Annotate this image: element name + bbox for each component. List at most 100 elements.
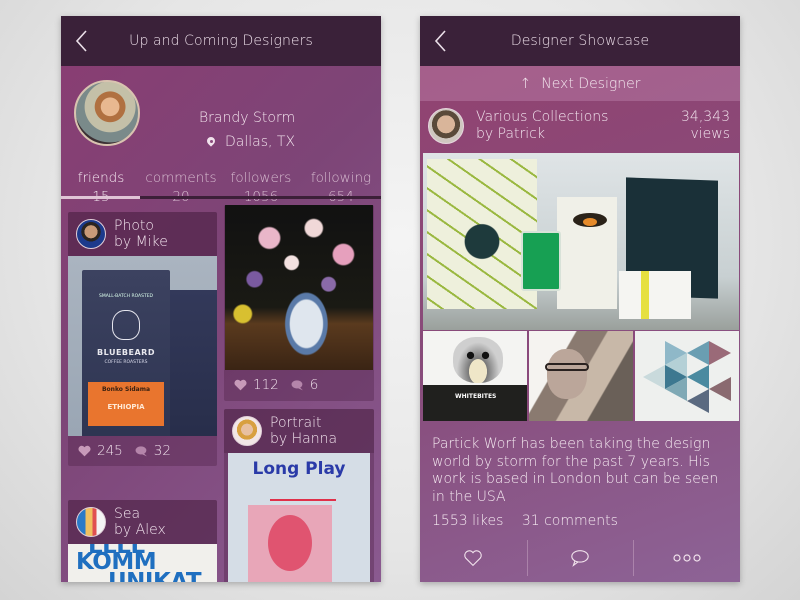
top-bar: Designer Showcase — [420, 16, 740, 66]
author-avatar[interactable] — [76, 219, 106, 249]
likes-count: 112 — [253, 377, 279, 393]
long-play-poster-image[interactable]: Long Play — [228, 453, 370, 582]
next-designer-button[interactable]: ↑ Next Designer — [420, 66, 740, 101]
like-button[interactable] — [420, 540, 527, 576]
tab-followers[interactable]: followers 1056 — [221, 169, 301, 207]
bag-label-origin: ETHIOPIA — [107, 403, 145, 411]
showcase-title: Various Collections by Patrick — [476, 109, 608, 143]
coffee-bag-front: SMALL-BATCH ROASTED BLUEBEARD COFFEE ROA… — [82, 270, 170, 436]
map-pin-icon — [207, 137, 215, 147]
geometric-pattern — [643, 341, 731, 413]
views-label: views — [690, 126, 730, 142]
action-bar — [420, 540, 740, 576]
heart-icon — [464, 550, 483, 567]
speech-bubble-icon — [571, 550, 589, 567]
card-footer: 245 32 — [68, 436, 217, 466]
tab-friends[interactable]: friends 15 — [61, 169, 141, 207]
profile-avatar[interactable] — [74, 80, 140, 146]
card-author: by Hanna — [270, 431, 338, 447]
comment-icon[interactable] — [291, 379, 304, 391]
card-header: Photo by Mike — [68, 212, 217, 256]
comment-button[interactable] — [526, 540, 634, 576]
poster-headline: Long Play — [252, 459, 346, 479]
tab-following[interactable]: following 654 — [301, 169, 381, 207]
tab-comments[interactable]: comments 20 — [141, 169, 221, 207]
poster-word-2: UNIKAT — [108, 569, 202, 583]
comments-count: 31 comments — [521, 513, 618, 529]
feed-card-sea-alex[interactable]: Sea by Alex LLLL KOMM UNIKAT — [68, 500, 217, 582]
card-title-text: Photo — [114, 218, 154, 234]
card-title: Photo by Mike — [114, 218, 168, 250]
left-screen-up-and-coming: Up and Coming Designers Brandy Storm Dal… — [61, 16, 381, 582]
likes-count: 1553 likes — [432, 513, 504, 529]
hero-white-cube — [619, 271, 691, 319]
profile-stats-tabs: friends 15 comments 20 followers 1056 fo… — [61, 169, 381, 207]
card-title: Portrait by Hanna — [270, 415, 337, 447]
collection-author: by Patrick — [476, 126, 545, 142]
arrow-up-icon: ↑ — [519, 75, 532, 92]
bluebeard-logo-icon — [112, 310, 140, 340]
coffee-bag-image[interactable]: SMALL-BATCH ROASTED BLUEBEARD COFFEE ROA… — [68, 256, 217, 436]
collection-title: Various Collections — [476, 109, 609, 125]
card-title: Sea by Alex — [114, 506, 166, 538]
views-stat: 34,343 views — [681, 109, 730, 143]
hero-green-bottle — [521, 231, 561, 291]
author-avatar[interactable] — [232, 416, 262, 446]
comments-count: 6 — [309, 377, 319, 393]
next-designer-label: Next Designer — [541, 75, 641, 92]
stat-label: friends — [77, 170, 125, 186]
stat-label: comments — [145, 170, 217, 186]
card-header: Portrait by Hanna — [224, 409, 374, 453]
chevron-left-icon[interactable] — [73, 29, 91, 53]
showcase-header: Various Collections by Patrick 34,343 vi… — [420, 101, 740, 153]
profile-section: Brandy Storm Dallas, TX friends 15 comme… — [61, 66, 381, 205]
comment-icon[interactable] — [135, 445, 148, 457]
poster-head-figure — [268, 515, 312, 571]
heart-icon[interactable] — [78, 445, 91, 457]
profile-location: Dallas, TX — [207, 134, 295, 150]
chevron-left-icon[interactable] — [432, 29, 450, 53]
thumbnail-brand-text: WHITEBITES — [455, 393, 497, 400]
card-footer: 112 6 — [224, 370, 374, 400]
more-dots-icon — [673, 554, 701, 562]
thumbnail-double-exposure-portrait[interactable] — [529, 331, 633, 421]
designer-description: Partick Worf has been taking the design … — [432, 436, 719, 505]
top-bar: Up and Coming Designers — [61, 16, 381, 66]
feed-card-portrait-hanna[interactable]: Portrait by Hanna Long Play — [224, 409, 374, 582]
author-avatar[interactable] — [76, 507, 106, 537]
feed-card-photo-mike[interactable]: Photo by Mike SMALL-BATCH ROASTED BLUEBEA… — [68, 212, 217, 466]
portrait-glasses — [545, 363, 589, 371]
engagement-counts: 1553 likes 31 comments — [432, 513, 632, 529]
views-count: 34,343 — [681, 109, 730, 125]
bag-top-text: SMALL-BATCH ROASTED — [98, 294, 154, 299]
page-title: Designer Showcase — [510, 33, 650, 49]
right-screen-designer-showcase: Designer Showcase ↑ Next Designer Variou… — [420, 16, 740, 582]
thumbnail-strip: WHITEBITES — [423, 331, 739, 421]
thumbnail-geometric-triangles[interactable] — [635, 331, 739, 421]
bulldog-figure — [453, 337, 503, 383]
poster-red-line — [270, 499, 336, 501]
bag-label: Bonko Sidama ETHIOPIA — [88, 382, 164, 426]
heart-icon[interactable] — [234, 379, 247, 391]
hero-bird — [573, 213, 607, 227]
feed-card-flowers[interactable]: 112 6 — [224, 205, 374, 401]
bag-subbrand: COFFEE ROASTERS — [104, 360, 148, 365]
active-tab-indicator — [61, 196, 140, 199]
komm-unikat-poster-image[interactable]: LLLL KOMM UNIKAT — [68, 544, 217, 582]
designer-avatar[interactable] — [428, 108, 464, 144]
card-author: by Mike — [114, 234, 168, 250]
page-title: Up and Coming Designers — [129, 33, 313, 49]
card-title-text: Sea — [114, 506, 141, 522]
stat-label: followers — [230, 170, 292, 186]
bag-brand: BLUEBEARD — [97, 348, 155, 357]
card-author: by Alex — [114, 522, 166, 538]
still-life-flowers-image[interactable] — [225, 205, 373, 370]
tab-underline — [61, 196, 381, 199]
location-text: Dallas, TX — [225, 134, 296, 150]
thumbnail-whitebites[interactable]: WHITEBITES — [423, 331, 527, 421]
bag-label-name: Bonko Sidama — [101, 386, 151, 393]
stat-label: following — [310, 170, 372, 186]
portrait-face — [547, 349, 587, 399]
hero-image-packaging[interactable] — [423, 153, 739, 330]
more-button[interactable] — [633, 540, 740, 576]
